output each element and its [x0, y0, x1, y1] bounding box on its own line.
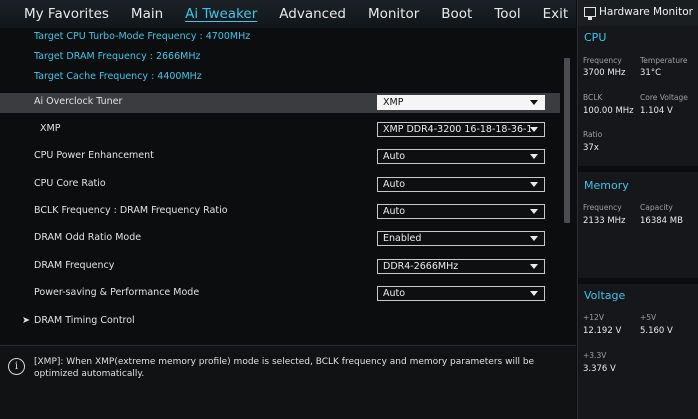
arrow-right-icon: ➤	[22, 315, 30, 326]
memory-section-title: Memory	[584, 179, 629, 192]
cpu-temperature-value: 31°C	[640, 68, 662, 78]
setting-row-bclk-dram-ratio[interactable]: BCLK Frequency : DRAM Frequency Ratio Au…	[0, 202, 560, 222]
section-divider	[578, 278, 698, 284]
bclk-dram-ratio-select[interactable]: Auto	[377, 204, 545, 219]
menu-my-favorites[interactable]: My Favorites	[24, 0, 109, 28]
hardware-monitor-header: Hardware Monitor	[578, 0, 698, 26]
chevron-down-icon	[530, 264, 538, 269]
v12-value: 12.192 V	[583, 326, 622, 336]
chevron-down-icon	[530, 154, 538, 159]
setting-row-ai-overclock-tuner[interactable]: Ai Overclock Tuner XMP	[0, 93, 560, 113]
core-voltage-label: Core Voltage	[640, 93, 688, 102]
cpu-core-ratio-select[interactable]: Auto	[377, 177, 545, 192]
core-voltage-value: 1.104 V	[640, 106, 673, 116]
cpu-frequency-label: Frequency	[583, 56, 622, 65]
menu-boot[interactable]: Boot	[441, 0, 472, 28]
setting-row-xmp[interactable]: XMP XMP DDR4-3200 16-18-18-36-1.	[0, 120, 560, 140]
scrollbar[interactable]	[564, 58, 570, 223]
memory-frequency-label: Frequency	[583, 203, 622, 212]
chevron-down-icon	[530, 236, 538, 241]
settings-panel: Target CPU Turbo-Mode Frequency : 4700MH…	[0, 28, 576, 345]
help-panel: i [XMP]: When XMP(extreme memory profile…	[0, 345, 576, 419]
top-menu-bar: My Favorites Main Ai Tweaker Advanced Mo…	[0, 0, 576, 28]
chevron-down-icon	[530, 100, 538, 105]
menu-ai-tweaker[interactable]: Ai Tweaker	[185, 0, 257, 28]
setting-label: Ai Overclock Tuner	[34, 96, 123, 107]
menu-main[interactable]: Main	[131, 0, 163, 28]
ratio-value: 37x	[583, 143, 599, 153]
memory-frequency-value: 2133 MHz	[583, 216, 626, 226]
setting-label: DRAM Odd Ratio Mode	[34, 232, 142, 243]
ai-overclock-tuner-select[interactable]: XMP	[377, 95, 545, 110]
target-cpu-turbo-info: Target CPU Turbo-Mode Frequency : 4700MH…	[34, 31, 251, 42]
power-saving-mode-select[interactable]: Auto	[377, 286, 545, 301]
cpu-frequency-value: 3700 MHz	[583, 68, 626, 78]
dram-timing-control-link[interactable]: ➤ DRAM Timing Control	[22, 315, 135, 326]
memory-capacity-value: 16384 MB	[640, 216, 683, 226]
bclk-value: 100.00 MHz	[583, 106, 634, 116]
select-value: DDR4-2666MHz	[383, 261, 459, 272]
bclk-label: BCLK	[583, 93, 603, 102]
target-dram-frequency-info: Target DRAM Frequency : 2666MHz	[34, 51, 201, 62]
setting-label: CPU Core Ratio	[34, 178, 106, 189]
info-icon: i	[8, 358, 25, 375]
select-value: XMP DDR4-3200 16-18-18-36-1.	[383, 124, 531, 135]
hardware-monitor-panel: Hardware Monitor CPU Frequency Temperatu…	[577, 0, 698, 419]
setting-label: XMP	[40, 123, 61, 134]
select-value: Enabled	[383, 233, 422, 244]
setting-row-dram-frequency[interactable]: DRAM Frequency DDR4-2666MHz	[0, 257, 560, 277]
ratio-label: Ratio	[583, 130, 603, 139]
v5-label: +5V	[640, 313, 657, 322]
v5-value: 5.160 V	[640, 326, 673, 336]
target-cache-frequency-info: Target Cache Frequency : 4400MHz	[34, 71, 202, 82]
section-divider	[578, 166, 698, 172]
menu-exit[interactable]: Exit	[543, 0, 569, 28]
setting-label: CPU Power Enhancement	[34, 150, 154, 161]
memory-capacity-label: Capacity	[640, 203, 673, 212]
v33-label: +3.3V	[583, 351, 607, 360]
select-value: Auto	[383, 151, 406, 162]
setting-row-power-saving-mode[interactable]: Power-saving & Performance Mode Auto	[0, 284, 560, 304]
chevron-down-icon	[530, 182, 538, 187]
help-text: [XMP]: When XMP(extreme memory profile) …	[34, 357, 535, 379]
xmp-profile-select[interactable]: XMP DDR4-3200 16-18-18-36-1.	[377, 122, 545, 137]
setting-label: DRAM Frequency	[34, 260, 115, 271]
menu-tool[interactable]: Tool	[494, 0, 520, 28]
setting-label: BCLK Frequency : DRAM Frequency Ratio	[34, 205, 228, 216]
cpu-temperature-label: Temperature	[640, 56, 688, 65]
select-value: XMP	[383, 97, 404, 108]
submenu-label: DRAM Timing Control	[34, 315, 135, 326]
v33-value: 3.376 V	[583, 364, 616, 374]
voltage-section-title: Voltage	[584, 289, 626, 302]
setting-row-cpu-power-enhancement[interactable]: CPU Power Enhancement Auto	[0, 147, 560, 167]
dram-odd-ratio-mode-select[interactable]: Enabled	[377, 231, 545, 246]
setting-label: Power-saving & Performance Mode	[34, 287, 200, 298]
setting-row-dram-odd-ratio-mode[interactable]: DRAM Odd Ratio Mode Enabled	[0, 229, 560, 249]
select-value: Auto	[383, 179, 406, 190]
monitor-icon	[584, 7, 596, 20]
menu-monitor[interactable]: Monitor	[368, 0, 419, 28]
chevron-down-icon	[530, 209, 538, 214]
setting-row-cpu-core-ratio[interactable]: CPU Core Ratio Auto	[0, 175, 560, 195]
v12-label: +12V	[583, 313, 604, 322]
cpu-section-title: CPU	[584, 31, 607, 44]
chevron-down-icon	[530, 291, 538, 296]
cpu-power-enhancement-select[interactable]: Auto	[377, 149, 545, 164]
select-value: Auto	[383, 206, 406, 217]
hardware-monitor-title: Hardware Monitor	[599, 6, 693, 18]
chevron-down-icon	[530, 127, 538, 132]
menu-advanced[interactable]: Advanced	[279, 0, 346, 28]
select-value: Auto	[383, 288, 406, 299]
dram-frequency-select[interactable]: DDR4-2666MHz	[377, 259, 545, 274]
